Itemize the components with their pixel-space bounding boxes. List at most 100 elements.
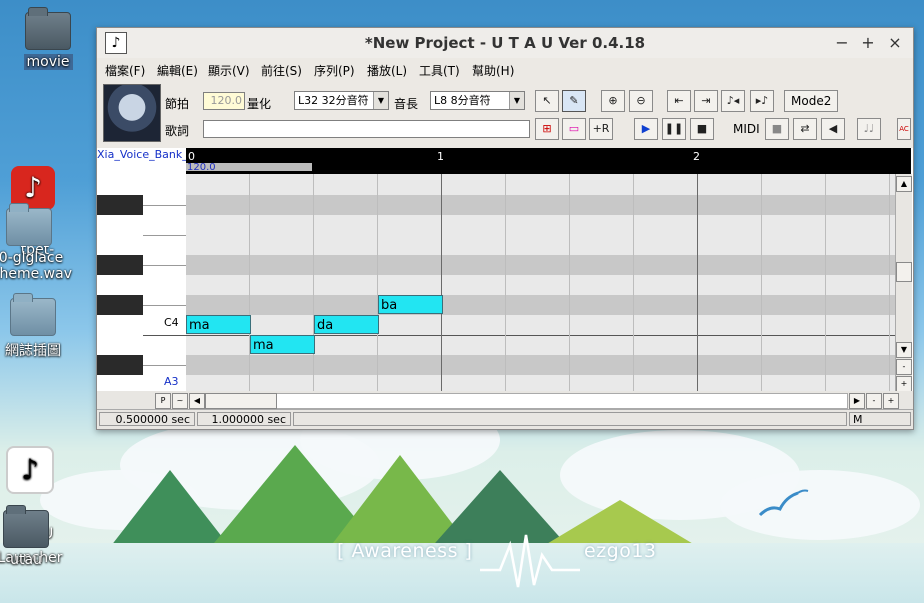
cursor-tool-button[interactable]: ↖ (535, 90, 559, 112)
note-grid[interactable]: ma ma da ba (186, 174, 895, 391)
insert-note-icon: ⊞ (542, 122, 552, 135)
pause-button[interactable]: ❚❚ (662, 118, 686, 140)
key-divider (143, 265, 186, 266)
scroll-left-icon[interactable]: ◀ (189, 393, 205, 409)
menu-file[interactable]: 檔案(F) (105, 62, 145, 79)
next-note-button[interactable]: ▸♪ (750, 90, 774, 112)
zoom-in-button[interactable]: ⊕ (601, 90, 625, 112)
maximize-button[interactable]: + (857, 32, 879, 54)
length-value: L8 8分音符 (434, 94, 491, 107)
go-start-button[interactable]: ⇤ (667, 90, 691, 112)
tempo-button[interactable]: ♩♩ (857, 118, 881, 140)
toolbar: 節拍 120.0 量化 L32 32分音符 ▼ 音長 L8 8分音符 ▼ ↖ ✎… (97, 80, 913, 146)
horizontal-scroll-area: P ~ ◀ ▶ - + (97, 391, 913, 409)
loop-icon: ⇄ (800, 122, 810, 135)
insert-rest-button[interactable]: ▭ (562, 118, 586, 140)
black-key (97, 195, 143, 215)
menu-sequence[interactable]: 序列(P) (314, 62, 355, 79)
h-zoom-minus-button[interactable]: - (866, 393, 882, 409)
play-icon: ▶ (641, 122, 651, 135)
acp-button[interactable]: AC (897, 118, 911, 140)
volume-icon: ◀ (828, 122, 838, 135)
menu-tools[interactable]: 工具(T) (419, 62, 460, 79)
desktop-icon-0-glglace[interactable]: 0-glglace (0, 203, 74, 266)
measure-number: 2 (693, 150, 700, 163)
scroll-right-icon[interactable]: ▶ (849, 393, 865, 409)
h-zoom-plus-button[interactable]: + (883, 393, 899, 409)
folder-icon (25, 7, 71, 50)
quantize-label: 量化 (247, 97, 272, 111)
lyric-input[interactable] (203, 120, 530, 138)
desktop-icon-movie[interactable]: movie (5, 7, 91, 70)
go-end-button[interactable]: ⇥ (694, 90, 718, 112)
go-start-icon: ⇤ (674, 94, 684, 107)
menu-view[interactable]: 顯示(V) (208, 62, 250, 79)
tempo-marker[interactable]: 120.0 (187, 162, 216, 173)
horizontal-scrollbar-track[interactable] (205, 393, 848, 409)
length-select[interactable]: L8 8分音符 ▼ (430, 91, 525, 110)
desktop-icon-blog-images[interactable]: 網誌插圖 (0, 293, 76, 360)
zoom-out-button[interactable]: ⊖ (629, 90, 653, 112)
note-da[interactable]: da (314, 315, 379, 334)
window-title: *New Project - U T A U Ver 0.4.18 (364, 34, 646, 52)
menu-help[interactable]: 幫助(H) (472, 62, 514, 79)
measure-line (697, 174, 698, 391)
quantize-select[interactable]: L32 32分音符 ▼ (294, 91, 389, 110)
scroll-up-icon[interactable]: ▲ (896, 176, 912, 192)
record-icon: ■ (771, 122, 783, 135)
vertical-scrollbar[interactable]: ▲ ▼ - + (895, 174, 912, 392)
tempo-icon: ♩♩ (863, 122, 875, 135)
menu-edit[interactable]: 編輯(E) (157, 62, 198, 79)
acp-icon: AC (899, 125, 909, 133)
scroll-down-icon[interactable]: ▼ (896, 342, 912, 358)
pause-icon: ❚❚ (664, 122, 684, 135)
length-label: 音長 (394, 97, 419, 111)
key-divider (143, 205, 186, 206)
play-button[interactable]: ▶ (634, 118, 658, 140)
zoom-minus-button[interactable]: - (896, 359, 912, 375)
folder-icon (6, 203, 52, 246)
measure-number: 1 (437, 150, 444, 163)
beat-line (249, 174, 250, 391)
pencil-tool-button[interactable]: ✎ (562, 90, 586, 112)
tempo-field[interactable]: 120.0 (203, 92, 245, 110)
key-divider (143, 305, 186, 306)
reset-button[interactable]: +R (589, 118, 613, 140)
quantize-value: L32 32分音符 (298, 94, 369, 107)
p-button[interactable]: P (155, 393, 171, 409)
heartbeat-line (480, 534, 580, 588)
desktop-icon-utau[interactable]: utau (0, 505, 69, 568)
close-button[interactable]: × (884, 32, 906, 54)
prev-note-button[interactable]: ♪◂ (721, 90, 745, 112)
voicebank-avatar[interactable] (103, 84, 161, 142)
status-bar: 0.500000 sec 1.000000 sec M (97, 409, 913, 429)
lyric-label: 歌詞 (165, 124, 190, 138)
volume-button[interactable]: ◀ (821, 118, 845, 140)
measure-ruler[interactable]: 0 1 2 120.0 (186, 148, 911, 174)
voicebank-name[interactable]: Xia_Voice_Bank_ (97, 148, 188, 174)
piano-roll: Xia_Voice_Bank_ 0 1 2 120.0 C4 A3 ma ma … (97, 148, 913, 392)
loop-button[interactable]: ⇄ (793, 118, 817, 140)
insert-note-button[interactable]: ⊞ (535, 118, 559, 140)
key-divider (143, 335, 186, 336)
mode2-button[interactable]: Mode2 (784, 90, 839, 112)
menu-goto[interactable]: 前往(S) (261, 62, 302, 79)
horizontal-scroll-thumb[interactable] (205, 393, 277, 409)
grid-row (186, 355, 895, 375)
stop-button[interactable]: ■ (690, 118, 714, 140)
zoom-plus-button[interactable]: + (896, 376, 912, 392)
piano-keys[interactable]: C4 A3 (97, 174, 187, 391)
beat-line (889, 174, 890, 391)
note-ma[interactable]: ma (186, 315, 251, 334)
menu-playback[interactable]: 播放(L) (367, 62, 407, 79)
note-ma[interactable]: ma (250, 335, 315, 354)
note-ba[interactable]: ba (378, 295, 443, 314)
record-button[interactable]: ■ (765, 118, 789, 140)
beat-line (377, 174, 378, 391)
pencil-icon: ✎ (569, 94, 579, 107)
minimize-button[interactable]: − (831, 32, 853, 54)
scroll-thumb[interactable] (896, 262, 912, 282)
grid-row (186, 295, 895, 315)
tilde-button[interactable]: ~ (172, 393, 188, 409)
title-bar[interactable]: ♪ *New Project - U T A U Ver 0.4.18 − + … (97, 28, 913, 58)
